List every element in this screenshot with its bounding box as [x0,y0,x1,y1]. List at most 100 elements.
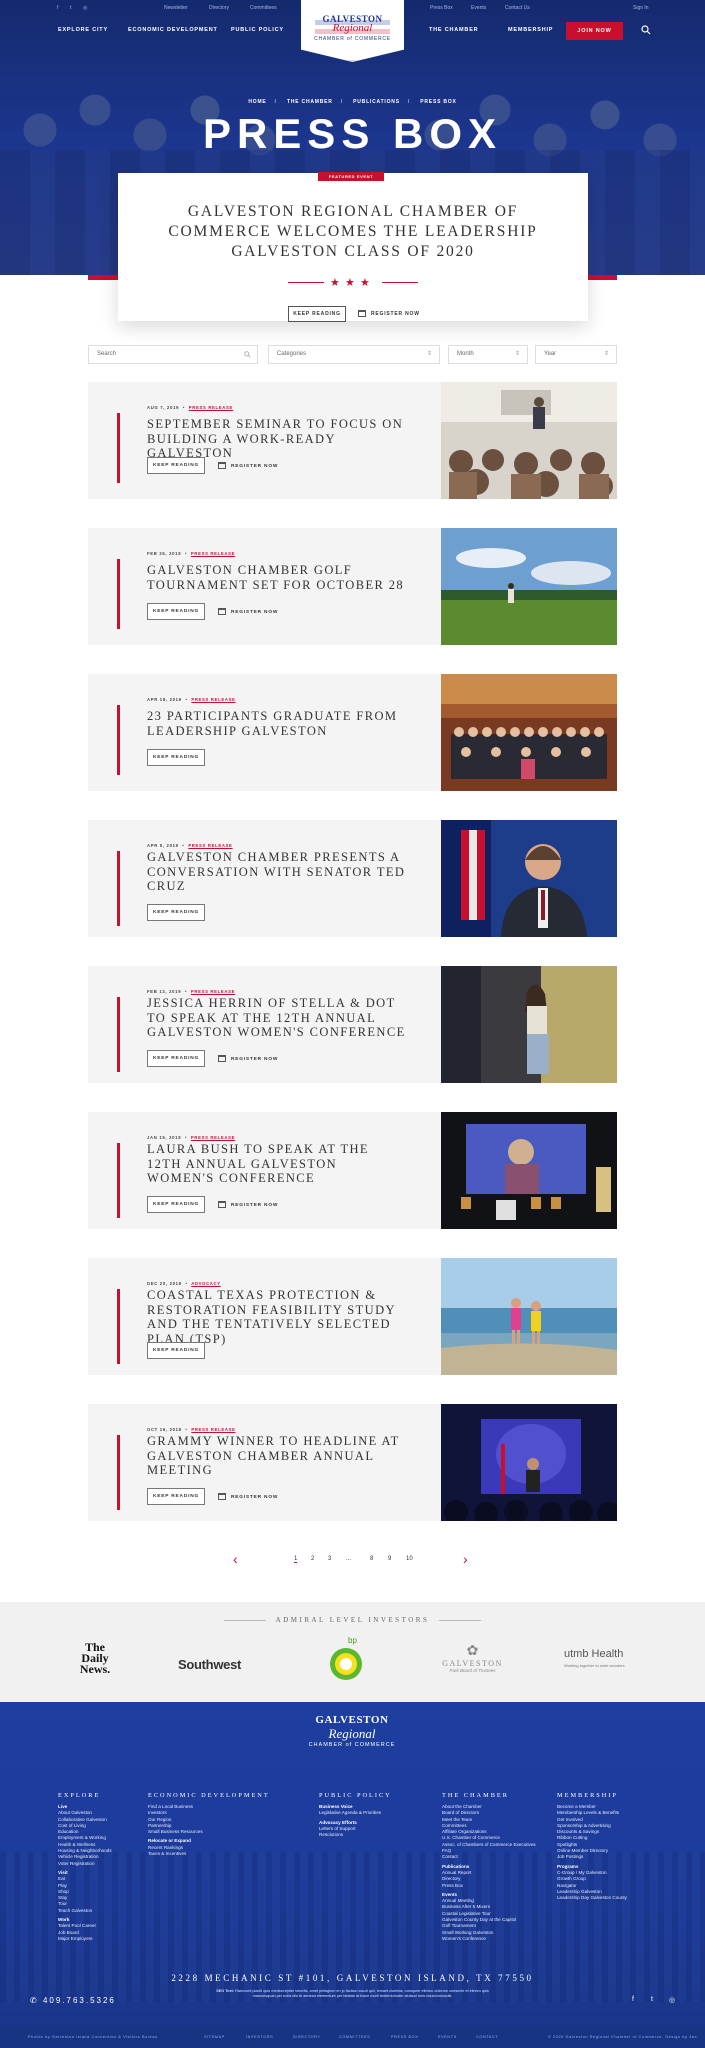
register-link[interactable]: REGISTER NOW [218,1493,278,1500]
footer-link[interactable]: Collaborative Galveston [58,1817,112,1823]
footer-link-contact[interactable]: CONTACT [476,2035,498,2039]
keep-reading-button[interactable]: KEEP READING [147,749,205,766]
article-title[interactable]: JESSICA HERRIN OF STELLA & DOT TO SPEAK … [147,996,407,1040]
footer-link[interactable]: Leadership Day Galveston County [557,1895,627,1901]
footer-link[interactable]: Legislative Agenda & Priorities [319,1810,392,1816]
page-link[interactable]: 10 [406,1556,413,1562]
keep-reading-button[interactable]: KEEP READING [147,1342,205,1359]
article-title[interactable]: GALVESTON CHAMBER PRESENTS A CONVERSATIO… [147,850,407,894]
footer-link[interactable]: Membership Levels & Benefits [557,1810,627,1816]
page-link[interactable]: 9 [388,1556,391,1562]
prev-page-icon[interactable]: ‹ [233,1551,238,1567]
article-card[interactable]: FEB 13, 2019 • PRESS RELEASE JESSICA HER… [88,966,617,1083]
footer-link[interactable]: Job Postings [557,1854,627,1860]
twitter-icon[interactable]: t [70,5,71,11]
keep-reading-button[interactable]: KEEP READING [147,1050,205,1067]
article-image-graduates[interactable] [441,674,617,791]
keep-reading-button[interactable]: KEEP READING [147,1488,205,1505]
utility-link-newsletter[interactable]: Newsletter [164,5,188,11]
nav-public-policy[interactable]: PUBLIC POLICY [231,27,284,33]
footer-link[interactable]: Small Business Resources [148,1829,270,1835]
footer-link-investors[interactable]: INVESTORS [246,2035,273,2039]
breadcrumb-home[interactable]: HOME [248,99,266,105]
year-select[interactable]: Year ⇕ [535,345,617,364]
footer-link[interactable]: Taxes & Incentives [148,1851,270,1857]
featured-keep-reading-button[interactable]: KEEP READING [288,306,346,322]
facebook-icon[interactable]: f [57,5,58,11]
search-input[interactable]: Search [88,345,258,364]
page-link[interactable]: 8 [370,1556,373,1562]
article-title[interactable]: 23 PARTICIPANTS GRADUATE FROM LEADERSHIP… [147,709,407,738]
register-link[interactable]: REGISTER NOW [218,462,278,469]
footer-link[interactable]: Resolutions [319,1832,392,1838]
nav-membership[interactable]: MEMBERSHIP [508,27,553,33]
investor-logo-utmb[interactable]: utmb Health Working together to work won… [564,1648,639,1668]
next-page-icon[interactable]: › [463,1551,468,1567]
footer-link-directory[interactable]: DIRECTORY [293,2035,321,2039]
keep-reading-button[interactable]: KEEP READING [147,457,205,474]
sign-in-link[interactable]: Sign In [633,5,649,11]
article-card[interactable]: APR 18, 2019 • PRESS RELEASE 23 PARTICIP… [88,674,617,791]
footer-link-events[interactable]: EVENTS [438,2035,457,2039]
footer-link[interactable]: Voter Registration [58,1861,112,1867]
keep-reading-button[interactable]: KEEP READING [147,904,205,921]
article-image-beach[interactable] [441,1258,617,1375]
article-card[interactable]: AUG 7, 2019 • PRESS RELEASE SEPTEMBER SE… [88,382,617,499]
instagram-icon[interactable]: ◎ [83,5,87,11]
footer-logo[interactable]: GALVESTON Regional CHAMBER of COMMERCE [287,1714,417,1766]
footer-link[interactable]: Contact [442,1854,536,1860]
nav-explore-city[interactable]: EXPLORE CITY [58,27,108,33]
twitter-icon[interactable]: t [651,1996,653,2003]
article-image-speaker[interactable] [441,966,617,1083]
utility-link-events[interactable]: Events [471,5,486,11]
investor-logo-galveston-park-board[interactable]: ✿ GALVESTON Park Board of Trustees [435,1642,510,1673]
page-link[interactable]: 2 [311,1556,314,1562]
register-link[interactable]: REGISTER NOW [218,608,278,615]
footer-link-sitemap[interactable]: SITEMAP [204,2035,225,2039]
article-card[interactable]: JAN 19, 2019 • PRESS RELEASE LAURA BUSH … [88,1112,617,1229]
footer-link[interactable]: Teach Galveston [58,1908,112,1914]
article-card[interactable]: APR 5, 2019 • PRESS RELEASE GALVESTON CH… [88,820,617,937]
article-card[interactable]: DEC 20, 2018 • ADVOCACY COASTAL TEXAS PR… [88,1258,617,1375]
article-image-concert[interactable] [441,1404,617,1521]
search-icon[interactable] [641,25,651,35]
footer-link[interactable]: Press Box [442,1883,536,1889]
utility-link-contact[interactable]: Contact Us [505,5,530,11]
article-image-conference[interactable] [441,1112,617,1229]
footer-link-press-box[interactable]: PRESS BOX [391,2035,418,2039]
page-link[interactable]: 3 [328,1556,331,1562]
article-card[interactable]: OCT 16, 2018 • PRESS RELEASE GRAMMY WINN… [88,1404,617,1521]
footer-link-committees[interactable]: COMMITTEES [339,2035,370,2039]
utility-link-press-box[interactable]: Press Box [430,5,453,11]
article-title[interactable]: SEPTEMBER SEMINAR TO FOCUS ON BUILDING A… [147,417,407,461]
article-image-golf[interactable] [441,528,617,645]
article-image-senator[interactable] [441,820,617,937]
breadcrumb-publications[interactable]: PUBLICATIONS [353,99,400,105]
facebook-icon[interactable]: f [632,1996,634,2003]
investor-logo-bp[interactable]: bp [328,1636,364,1684]
categories-select[interactable]: Categories ⇕ [268,345,440,364]
article-card[interactable]: FEB 26, 2019 • PRESS RELEASE GALVESTON C… [88,528,617,645]
register-link[interactable]: REGISTER NOW [218,1201,278,1208]
nav-the-chamber[interactable]: THE CHAMBER [429,27,478,33]
nav-economic-development[interactable]: ECONOMIC DEVELOPMENT [128,27,218,33]
utility-link-directory[interactable]: Directory [209,5,229,11]
featured-register-link[interactable]: REGISTER NOW [358,310,420,317]
investor-logo-daily-news[interactable]: The Daily News. [70,1641,120,1675]
breadcrumb-chamber[interactable]: THE CHAMBER [287,99,333,105]
article-title[interactable]: GALVESTON CHAMBER GOLF TOURNAMENT SET FO… [147,563,407,592]
footer-link[interactable]: Assoc. of Chambers of Commerce Executive… [442,1842,536,1848]
article-title[interactable]: COASTAL TEXAS PROTECTION & RESTORATION F… [147,1288,407,1346]
register-link[interactable]: REGISTER NOW [218,1055,278,1062]
article-title[interactable]: LAURA BUSH TO SPEAK AT THE 12TH ANNUAL G… [147,1142,407,1186]
instagram-icon[interactable]: ◎ [669,1996,675,2004]
featured-title[interactable]: GALVESTON REGIONAL CHAMBER OF COMMERCE W… [158,202,548,262]
article-title[interactable]: GRAMMY WINNER TO HEADLINE AT GALVESTON C… [147,1434,407,1478]
footer-link[interactable]: Women's Conference [442,1936,536,1942]
footer-phone[interactable]: ✆ 409.763.5326 [30,1996,116,2005]
utility-link-committees[interactable]: Committees [250,5,277,11]
keep-reading-button[interactable]: KEEP READING [147,1196,205,1213]
footer-link[interactable]: Major Employers [58,1936,112,1942]
join-now-button[interactable]: JOIN NOW [566,22,623,40]
investor-logo-southwest[interactable]: Southwest [178,1657,241,1672]
